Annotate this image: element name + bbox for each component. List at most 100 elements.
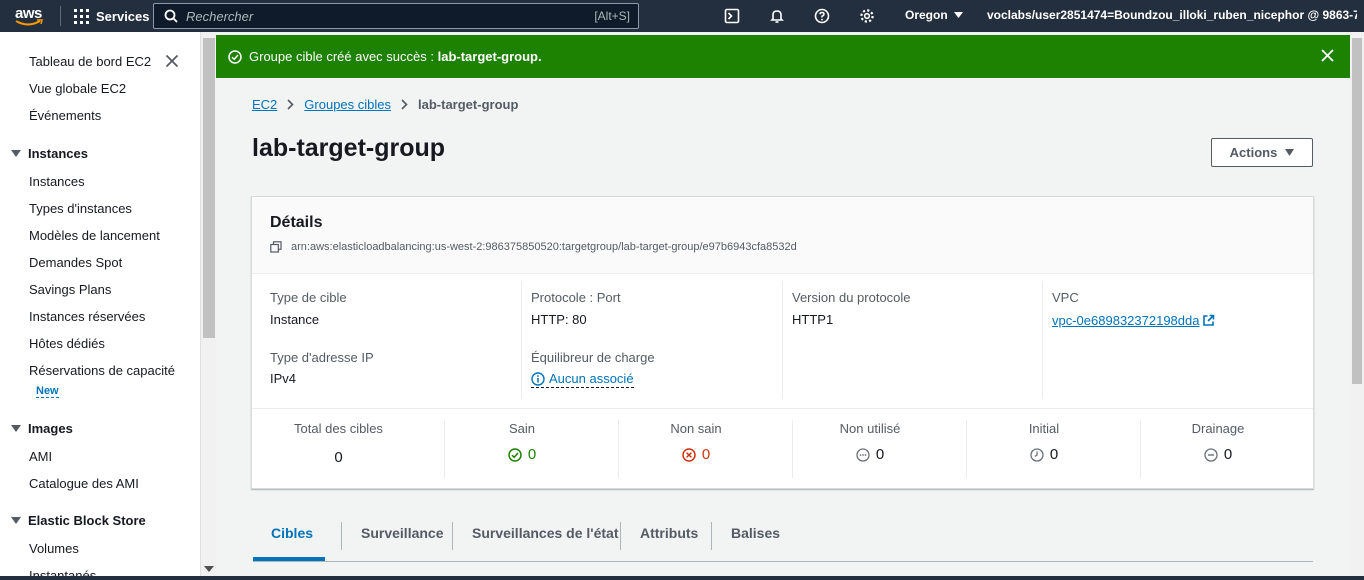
stat-value-row: 0 — [619, 446, 773, 463]
stat-value: 0 — [1223, 446, 1233, 463]
sidebar-section-instances[interactable]: Instances — [11, 146, 88, 161]
stat-value: 0 — [334, 449, 343, 466]
tab-health-checks[interactable]: Surveillances de l'état — [472, 525, 619, 541]
sidebar-item-savings-plans[interactable]: Savings Plans — [29, 282, 111, 297]
sidebar-item-events[interactable]: Événements — [29, 108, 101, 123]
clock-icon — [1030, 447, 1044, 462]
success-flash-banner: Groupe cible créé avec succès : lab-targ… — [216, 35, 1350, 78]
sidebar-item-global-view[interactable]: Vue globale EC2 — [29, 81, 126, 96]
arn-value: arn:aws:elasticloadbalancing:us-west-2:9… — [291, 241, 797, 253]
column-divider — [1042, 281, 1043, 399]
help-icon[interactable] — [812, 6, 832, 26]
success-check-icon — [228, 49, 242, 64]
stat-draining: Drainage 0 — [1141, 421, 1295, 463]
sidebar-section-ebs[interactable]: Elastic Block Store — [11, 513, 146, 528]
tab-attributes[interactable]: Attributs — [640, 525, 698, 541]
account-menu[interactable]: voclabs/user2851474=Boundzou_illoki_rube… — [987, 8, 1357, 22]
sidebar-item-ami-catalog[interactable]: Catalogue des AMI — [29, 476, 139, 491]
sidebar-item-capacity-reservations[interactable]: Réservations de capacité — [29, 363, 175, 378]
breadcrumb-target-groups-link[interactable]: Groupes cibles — [304, 97, 391, 112]
stat-value: 0 — [1049, 446, 1059, 463]
close-flash-icon[interactable] — [1321, 49, 1334, 62]
scrollbar-thumb[interactable] — [1352, 38, 1362, 384]
stat-label: Initial — [1028, 421, 1060, 436]
info-icon — [531, 371, 545, 386]
region-selector[interactable]: Oregon — [905, 8, 963, 22]
stat-value: 0 — [701, 446, 711, 463]
stat-value-row: 0 — [967, 446, 1121, 463]
stat-label: Sain — [508, 421, 536, 436]
tab-monitoring[interactable]: Surveillance — [361, 525, 444, 541]
settings-gear-icon[interactable] — [857, 6, 877, 26]
bottom-bar — [0, 576, 1364, 580]
sidebar-item-instance-types[interactable]: Types d'instances — [29, 201, 132, 216]
new-badge: New — [36, 385, 59, 398]
section-title: Instances — [28, 146, 88, 161]
actions-button[interactable]: Actions — [1211, 138, 1313, 167]
actions-label: Actions — [1229, 145, 1278, 160]
main-scrollbar[interactable] — [1350, 32, 1364, 580]
sidebar-item-ami[interactable]: AMI — [29, 449, 52, 464]
details-header: Détails arn:aws:elasticloadbalancing:us-… — [252, 197, 1313, 274]
breadcrumb-current: lab-target-group — [418, 97, 519, 112]
copy-icon[interactable] — [270, 241, 282, 253]
caret-down-icon — [11, 517, 21, 524]
sidebar-item-dedicated-hosts[interactable]: Hôtes dédiés — [29, 336, 105, 351]
stat-label: Non utilisé — [839, 421, 901, 436]
services-label: Services — [96, 8, 150, 24]
sidebar-item-instances[interactable]: Instances — [29, 174, 85, 189]
sidebar-item-dashboard[interactable]: Tableau de bord EC2 — [29, 54, 151, 69]
sidebar-item-reserved-instances[interactable]: Instances réservées — [29, 309, 145, 324]
tab-tags[interactable]: Balises — [731, 525, 780, 541]
top-navigation: aws Services Rechercher [Alt+S] Oregon v… — [0, 0, 1364, 32]
ip-type-label: Type d'adresse IP — [270, 350, 374, 365]
protocol-version-label: Version du protocole — [792, 290, 911, 305]
protocol-port-value: HTTP: 80 — [531, 312, 587, 327]
caret-down-icon — [953, 12, 963, 18]
stat-value: 0 — [875, 446, 885, 463]
caret-down-icon — [11, 150, 21, 157]
sidebar: Tableau de bord EC2 Vue globale EC2 Évén… — [0, 32, 200, 580]
load-balancer-value[interactable]: Aucun associé — [531, 371, 634, 388]
page-title: lab-target-group — [252, 134, 446, 162]
stat-healthy: Sain 0 — [445, 421, 599, 463]
services-menu-button[interactable]: Services — [74, 0, 150, 32]
sidebar-item-spot-requests[interactable]: Demandes Spot — [29, 255, 122, 270]
chevron-right-icon — [287, 99, 294, 110]
stat-initial: Initial 0 — [967, 421, 1121, 463]
flash-target-name: lab-target-group. — [437, 49, 542, 64]
smile-icon — [15, 19, 43, 26]
main-content: Groupe cible créé avec succès : lab-targ… — [216, 32, 1350, 580]
section-title: Elastic Block Store — [28, 513, 146, 528]
grid-icon — [74, 8, 89, 24]
stats-divider — [252, 408, 1313, 409]
sidebar-section-images[interactable]: Images — [11, 421, 73, 436]
target-type-label: Type de cible — [270, 290, 347, 305]
protocol-version-value: HTTP1 — [792, 312, 834, 327]
search-shortcut: [Alt+S] — [594, 9, 630, 23]
aws-logo[interactable]: aws — [14, 3, 46, 29]
search-icon — [164, 9, 178, 23]
cloudshell-icon[interactable] — [722, 6, 742, 26]
tab-targets[interactable]: Cibles — [271, 525, 313, 541]
search-input[interactable]: Rechercher [Alt+S] — [153, 3, 639, 29]
search-placeholder: Rechercher — [186, 9, 254, 24]
scrollbar-thumb[interactable] — [203, 38, 215, 338]
scroll-down-arrow-icon[interactable] — [204, 566, 214, 572]
protocol-port-label: Protocole : Port — [531, 290, 621, 305]
close-sidebar-icon[interactable] — [165, 54, 179, 68]
sidebar-scrollbar[interactable] — [200, 32, 216, 580]
stat-value-row: 0 — [793, 446, 947, 463]
arn-row: arn:aws:elasticloadbalancing:us-west-2:9… — [270, 241, 797, 253]
breadcrumb-ec2-link[interactable]: EC2 — [252, 97, 277, 112]
external-link-icon — [1203, 314, 1215, 326]
vpc-value: vpc-0e689832372198dda — [1052, 313, 1200, 328]
region-label: Oregon — [905, 8, 948, 22]
stat-unused: Non utilisé 0 — [793, 421, 947, 463]
sidebar-item-launch-templates[interactable]: Modèles de lancement — [29, 228, 160, 243]
sidebar-item-volumes[interactable]: Volumes — [29, 541, 79, 556]
notifications-bell-icon[interactable] — [767, 6, 787, 26]
stat-label: Drainage — [1191, 421, 1245, 436]
vpc-link[interactable]: vpc-0e689832372198dda — [1052, 313, 1215, 328]
tab-separator — [341, 522, 342, 550]
